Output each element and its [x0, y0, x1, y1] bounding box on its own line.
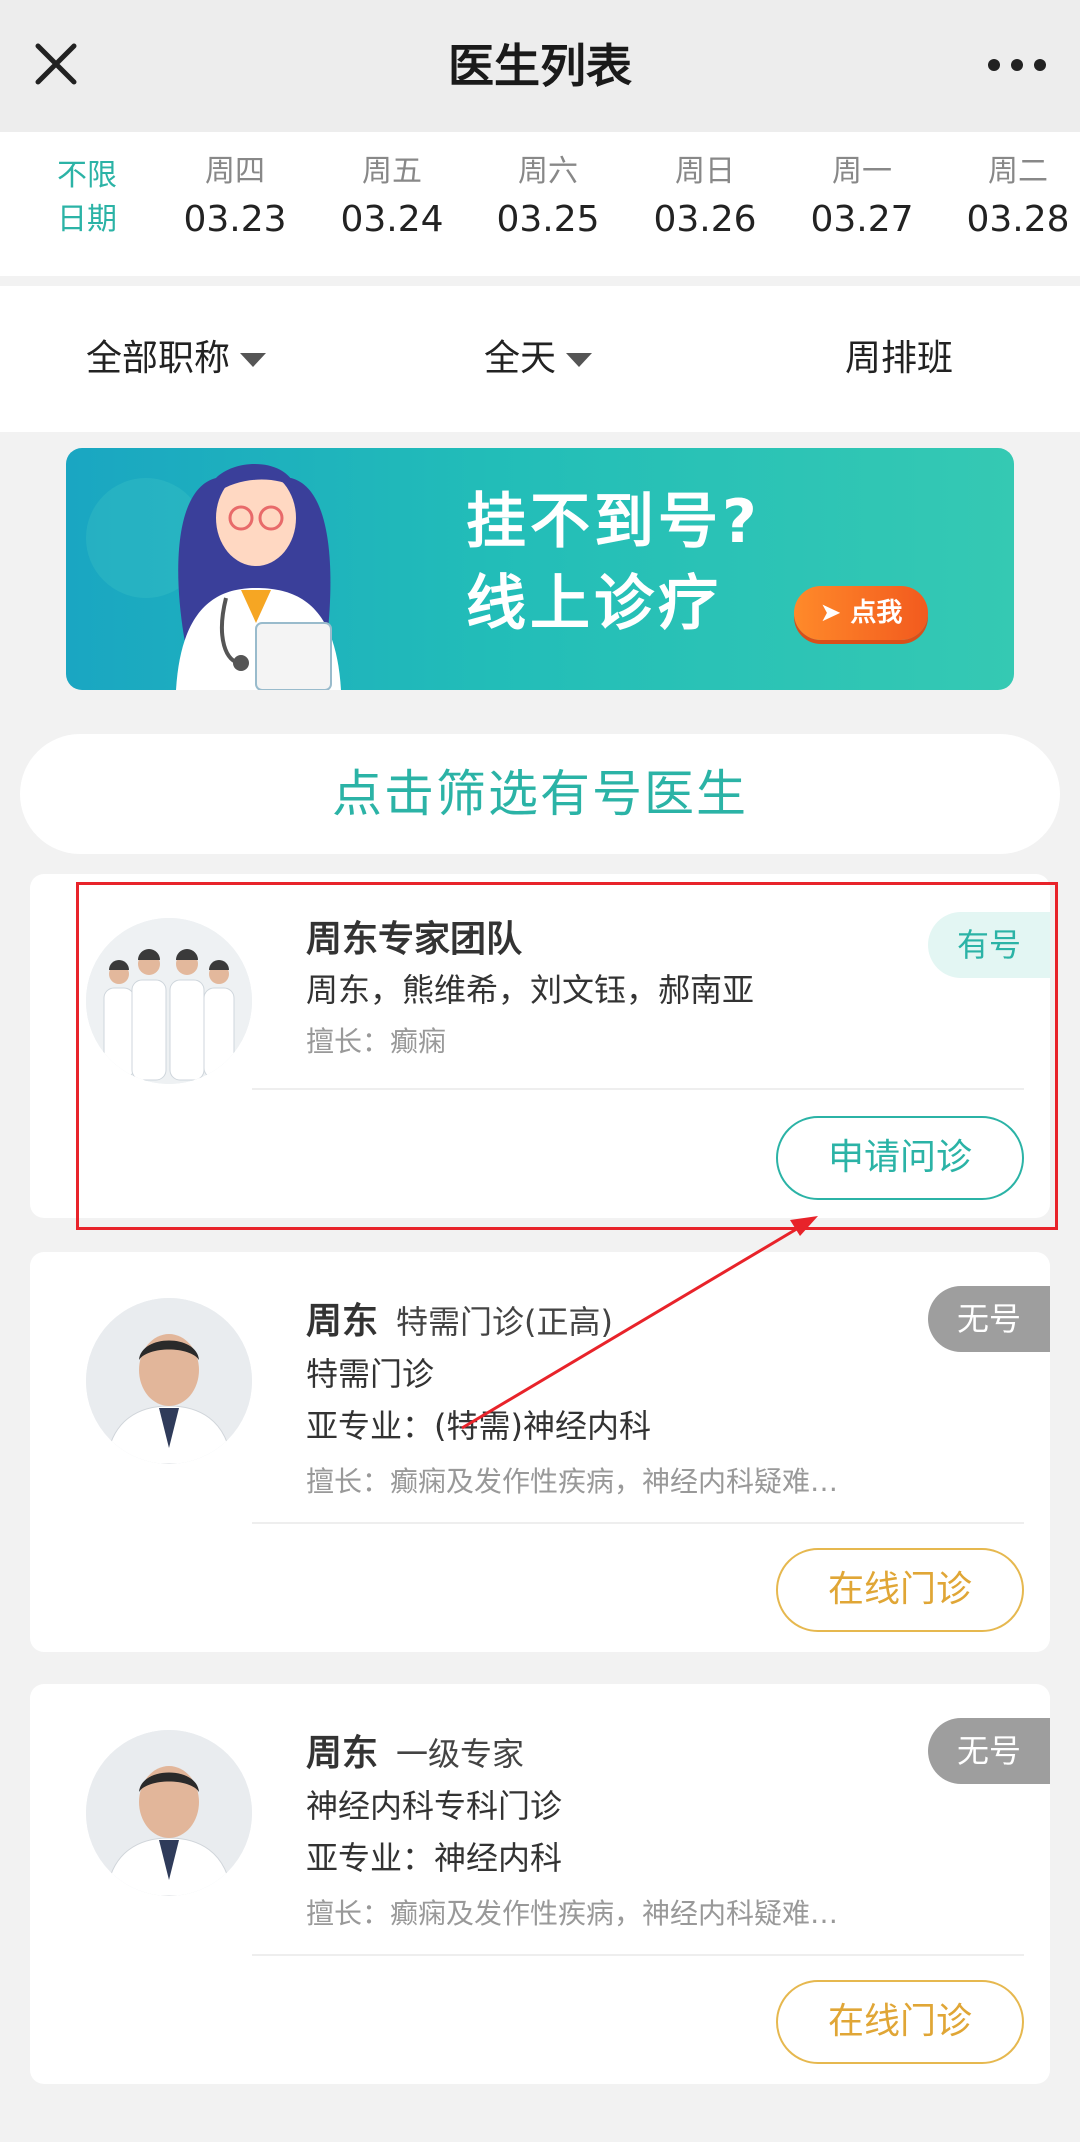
banner-line2: 线上诊疗	[466, 569, 722, 639]
date-value: 03.24	[340, 199, 444, 240]
date-value: 03.27	[810, 199, 914, 240]
doctor-name: 周东	[306, 1301, 379, 1342]
more-icon[interactable]	[982, 40, 1052, 90]
page-title: 医生列表	[448, 39, 632, 93]
online-clinic-button[interactable]: 在线门诊	[776, 1548, 1024, 1632]
doctor-name: 周东专家团队	[306, 919, 523, 960]
date-tab[interactable]: 周日 03.26	[635, 152, 775, 248]
doctor-specialty: 擅长：癫痫及发作性疾病，神经内科疑难…	[306, 1465, 839, 1498]
date-unlimited-line2: 日期	[57, 202, 117, 237]
dropdown-caret-icon	[240, 353, 267, 367]
date-tab[interactable]: 周二 03.28	[948, 152, 1080, 248]
dropdown-caret-icon	[566, 353, 593, 367]
availability-badge: 有号	[928, 912, 1050, 978]
date-unlimited-tab[interactable]: 不限 日期	[28, 154, 146, 242]
date-selector: 不限 日期 周四 03.23 周五 03.24 周六 03.25 周日 03.2…	[0, 132, 1080, 276]
doctor-card[interactable]: 周东专家团队 周东，熊维希，刘文钰，郝南亚 擅长：癫痫 有号 申请问诊	[30, 874, 1050, 1218]
doctor-clinic: 特需门诊	[306, 1355, 435, 1393]
doctor-title: 特需门诊(正高)	[396, 1303, 613, 1341]
doctor-name-row: 周东 一级专家	[306, 1728, 524, 1780]
date-weekday: 周二	[988, 154, 1048, 189]
card-divider	[252, 1088, 1024, 1090]
filter-available-doctors-button[interactable]: 点击筛选有号医生	[20, 734, 1060, 854]
doctor-avatar	[86, 1730, 252, 1896]
date-value: 03.23	[183, 199, 287, 240]
doctor-card[interactable]: 周东 一级专家 神经内科专科门诊 亚专业：神经内科 擅长：癫痫及发作性疾病，神经内…	[30, 1684, 1050, 2084]
date-value: 03.25	[496, 199, 600, 240]
date-weekday: 周六	[518, 154, 578, 189]
date-unlimited-line1: 不限	[57, 158, 117, 193]
date-value: 03.28	[966, 199, 1070, 240]
availability-badge: 无号	[928, 1718, 1050, 1784]
date-weekday: 周五	[362, 154, 422, 189]
doctor-name-row: 周东 特需门诊(正高)	[306, 1296, 613, 1348]
availability-badge: 无号	[928, 1286, 1050, 1352]
date-tab[interactable]: 周四 03.23	[165, 152, 305, 248]
time-filter-dropdown[interactable]: 全天	[484, 332, 593, 386]
online-clinic-button[interactable]: 在线门诊	[776, 1980, 1024, 2064]
doctor-avatar	[86, 1298, 252, 1464]
filter-bar: 全部职称 全天 周排班	[0, 286, 1080, 432]
doctor-specialty: 擅长：癫痫及发作性疾病，神经内科疑难…	[306, 1897, 839, 1930]
date-tab[interactable]: 周六 03.25	[478, 152, 618, 248]
date-tab[interactable]: 周五 03.24	[322, 152, 462, 248]
banner-cta-label: 点我	[850, 598, 903, 628]
card-divider	[252, 1954, 1024, 1956]
title-filter-dropdown[interactable]: 全部职称	[86, 332, 267, 386]
online-consult-banner[interactable]: 挂不到号? 线上诊疗 ➤ 点我	[66, 448, 1014, 690]
doctor-card[interactable]: 周东 特需门诊(正高) 特需门诊 亚专业：(特需)神经内科 擅长：癫痫及发作性疾病…	[30, 1252, 1050, 1652]
title-filter-label: 全部职称	[86, 338, 231, 379]
banner-line1: 挂不到号?	[466, 487, 761, 557]
date-weekday: 周一	[832, 154, 892, 189]
apply-consultation-button[interactable]: 申请问诊	[776, 1116, 1024, 1200]
doctor-subspecialty: 亚专业：(特需)神经内科	[306, 1407, 651, 1445]
doctor-specialty: 擅长：癫痫	[306, 1025, 447, 1058]
cursor-icon: ➤	[819, 598, 851, 628]
team-avatar	[86, 918, 252, 1084]
date-value: 03.26	[653, 199, 757, 240]
time-filter-label: 全天	[484, 338, 557, 379]
doctor-name: 周东	[306, 1733, 379, 1774]
team-members: 周东，熊维希，刘文钰，郝南亚	[306, 971, 755, 1009]
date-weekday: 周日	[675, 154, 735, 189]
top-bar: 医生列表	[0, 0, 1080, 132]
doctor-title: 一级专家	[396, 1735, 525, 1773]
doctor-clinic: 神经内科专科门诊	[306, 1787, 563, 1825]
banner-click-me-button[interactable]: ➤ 点我	[794, 586, 928, 640]
doctor-illustration	[86, 464, 341, 690]
date-tab[interactable]: 周一 03.27	[792, 152, 932, 248]
weekly-schedule-button[interactable]: 周排班	[845, 332, 953, 386]
doctor-subspecialty: 亚专业：神经内科	[306, 1839, 563, 1877]
card-divider	[252, 1522, 1024, 1524]
date-weekday: 周四	[205, 154, 265, 189]
